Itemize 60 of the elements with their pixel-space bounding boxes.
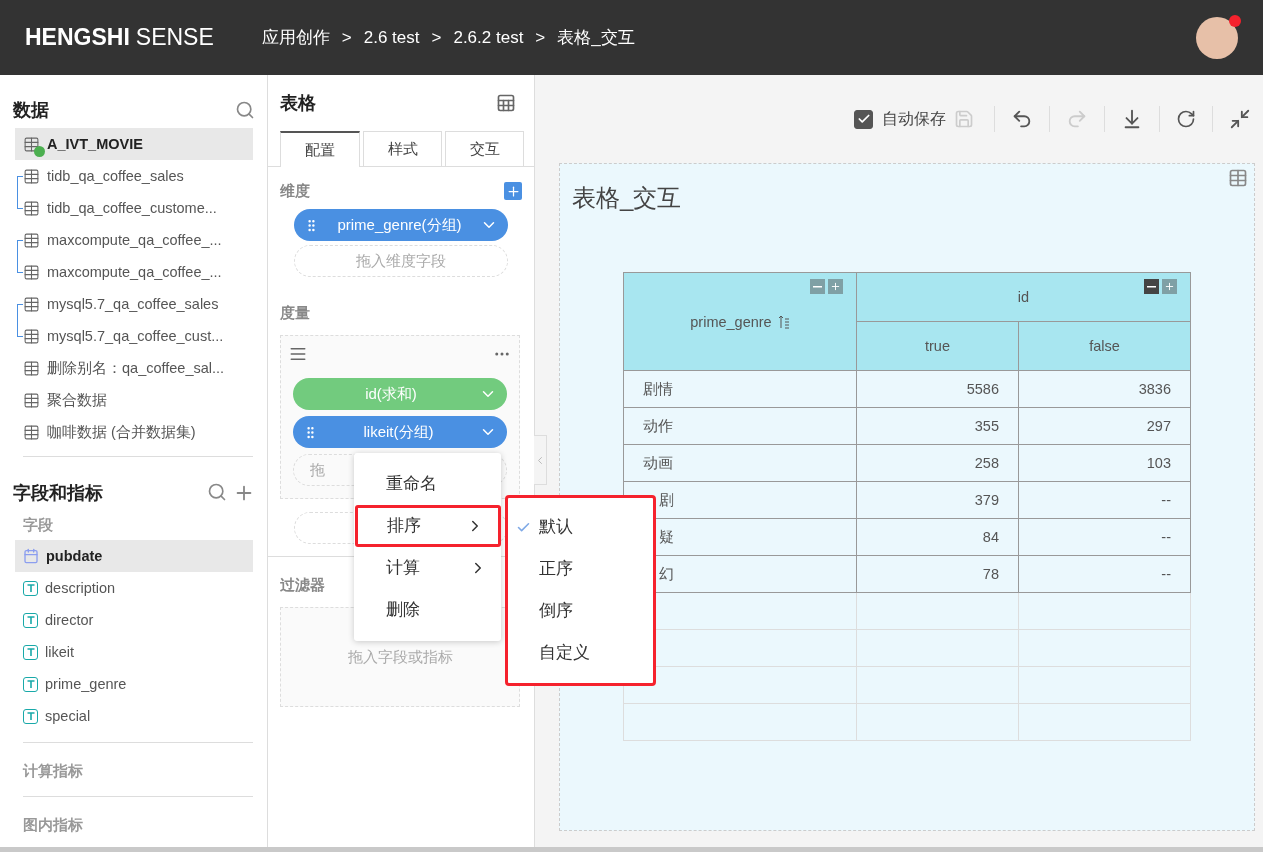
subsection-title: 图内指标 — [22, 816, 84, 835]
header-cell: false — [1018, 321, 1191, 371]
subsection-title: 计算指标 — [21, 762, 84, 781]
field-item[interactable]: description — [15, 572, 253, 604]
table-cell: 5586 — [856, 370, 1019, 408]
table-cell: 258 — [856, 444, 1019, 482]
section-title: 字段和指标 — [13, 482, 103, 505]
config-tab[interactable]: 配置 — [280, 131, 360, 167]
dataset-item[interactable]: 咖啡数据 (合并数据集) — [15, 416, 253, 448]
field-item[interactable]: special — [15, 700, 253, 732]
breadcrumb-item[interactable]: 2.6 test — [363, 27, 420, 48]
table-cell: 355 — [856, 407, 1019, 445]
table-cell: 动作 — [623, 407, 857, 445]
autosave-label: 自动保存 — [882, 108, 946, 129]
dataset-item[interactable]: 删除别名：qa_coffee_sal... — [15, 352, 253, 384]
header-cell: prime_genre — [623, 272, 857, 371]
table-cell: -- — [1018, 481, 1191, 519]
table-cell: 84 — [856, 518, 1019, 556]
section-label: 度量 — [280, 303, 310, 323]
config-tab[interactable]: 样式 — [363, 131, 442, 166]
breadcrumb-item[interactable]: 表格_交互 — [557, 26, 635, 49]
table-cell: 78 — [856, 555, 1019, 593]
dataset-item[interactable]: 聚合数据 — [15, 384, 253, 416]
menu-item[interactable]: 排序 — [355, 505, 501, 547]
field-item[interactable]: likeit — [15, 636, 253, 668]
breadcrumb-separator: > — [341, 27, 352, 48]
field-item[interactable]: pubdate — [15, 540, 253, 572]
field-item[interactable]: prime_genre — [15, 668, 253, 700]
section-title: 数据 — [13, 99, 49, 122]
table-cell: 103 — [1018, 444, 1191, 482]
panel-title: 表格 — [280, 92, 316, 115]
menu-item[interactable]: 计算 — [354, 547, 501, 589]
section-label: 维度 — [280, 181, 310, 201]
section-label: 过滤器 — [280, 575, 325, 595]
config-tab[interactable]: 交互 — [445, 131, 524, 166]
table-cell: 297 — [1018, 407, 1191, 445]
dataset-item[interactable]: maxcompute_qa_coffee_... — [15, 224, 253, 256]
dataset-item[interactable]: maxcompute_qa_coffee_... — [15, 256, 253, 288]
table-cell: -- — [1018, 518, 1191, 556]
dataset-item[interactable]: tidb_qa_coffee_sales — [15, 160, 253, 192]
table-cell: -- — [1018, 555, 1191, 593]
dataset-item[interactable]: tidb_qa_coffee_custome... — [15, 192, 253, 224]
breadcrumb-separator: > — [535, 27, 546, 48]
dataset-item[interactable]: mysql5.7_qa_coffee_cust... — [15, 320, 253, 352]
table-cell: 剧情 — [623, 370, 857, 408]
breadcrumb-item[interactable]: 2.6.2 test — [453, 27, 524, 48]
breadcrumb-item[interactable]: 应用创作 — [261, 26, 330, 49]
menu-item[interactable]: 重命名 — [354, 463, 501, 505]
field-item[interactable]: director — [15, 604, 253, 636]
header-cell: true — [856, 321, 1019, 371]
table-cell: 3836 — [1018, 370, 1191, 408]
table-cell: 动画 — [623, 444, 857, 482]
dataset-item[interactable]: A_IVT_MOVIE — [15, 128, 253, 160]
app-logo: HENGSHI SENSE — [25, 24, 214, 51]
table-cell: 379 — [856, 481, 1019, 519]
dataset-item[interactable]: mysql5.7_qa_coffee_sales — [15, 288, 253, 320]
subsection-title: 字段 — [22, 516, 54, 535]
header-cell: id — [856, 272, 1191, 322]
card-title: 表格_交互 — [572, 183, 683, 213]
breadcrumb-separator: > — [431, 27, 442, 48]
